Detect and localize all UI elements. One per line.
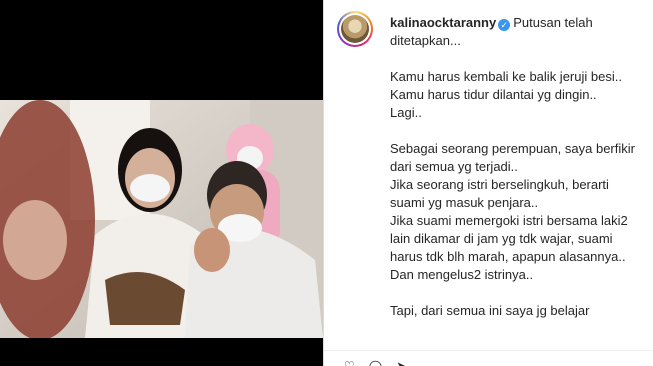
caption-gap bbox=[390, 284, 638, 302]
post-media-pane bbox=[0, 0, 323, 366]
post-sidebar: kalinaocktaranny ✓ Putusan telah ditetapka… bbox=[324, 0, 653, 366]
caption-line: Jika seorang istri berselingkuh, berarti… bbox=[390, 177, 609, 210]
caption-line: Lagi.. bbox=[390, 105, 422, 120]
caption-line: Jika suami memergoki istri bersama laki2… bbox=[390, 213, 628, 264]
comment-icon[interactable]: ◯ bbox=[369, 359, 382, 366]
username-link[interactable]: kalinaocktaranny bbox=[390, 15, 496, 30]
post-caption: kalinaocktaranny ✓ Putusan telah ditetapka… bbox=[390, 14, 638, 320]
caption-intro: kalinaocktaranny ✓ Putusan telah ditetapka… bbox=[390, 14, 638, 50]
caption-line: Tapi, dari semua ini saya jg belajar bbox=[390, 303, 590, 318]
caption-line: Sebagai seorang perempuan, saya berfikir… bbox=[390, 141, 635, 174]
avatar-ring bbox=[339, 13, 371, 45]
share-icon[interactable]: ➤ bbox=[396, 359, 406, 366]
caption-gap bbox=[390, 50, 638, 68]
photo-scene bbox=[0, 100, 323, 338]
verified-badge-icon: ✓ bbox=[498, 19, 511, 31]
caption-paragraph-2: Sebagai seorang perempuan, saya berfikir… bbox=[390, 140, 638, 284]
caption-line: Kamu harus tidur dilantai yg dingin.. bbox=[390, 87, 597, 102]
caption-paragraph-1: Kamu harus kembali ke balik jeruji besi.… bbox=[390, 68, 638, 122]
avatar-image bbox=[341, 15, 369, 43]
caption-line: Dan mengelus2 istrinya.. bbox=[390, 267, 534, 282]
caption-gap bbox=[390, 122, 638, 140]
caption-line: Kamu harus kembali ke balik jeruji besi.… bbox=[390, 69, 622, 84]
caption-paragraph-3: Tapi, dari semua ini saya jg belajar bbox=[390, 302, 638, 320]
heart-icon[interactable]: ♡ bbox=[344, 359, 355, 366]
profile-avatar[interactable] bbox=[337, 11, 373, 47]
action-icons: ♡ ◯ ➤ bbox=[344, 359, 406, 366]
post-photo[interactable] bbox=[0, 100, 323, 338]
post-actions-bar: ♡ ◯ ➤ bbox=[324, 350, 653, 366]
